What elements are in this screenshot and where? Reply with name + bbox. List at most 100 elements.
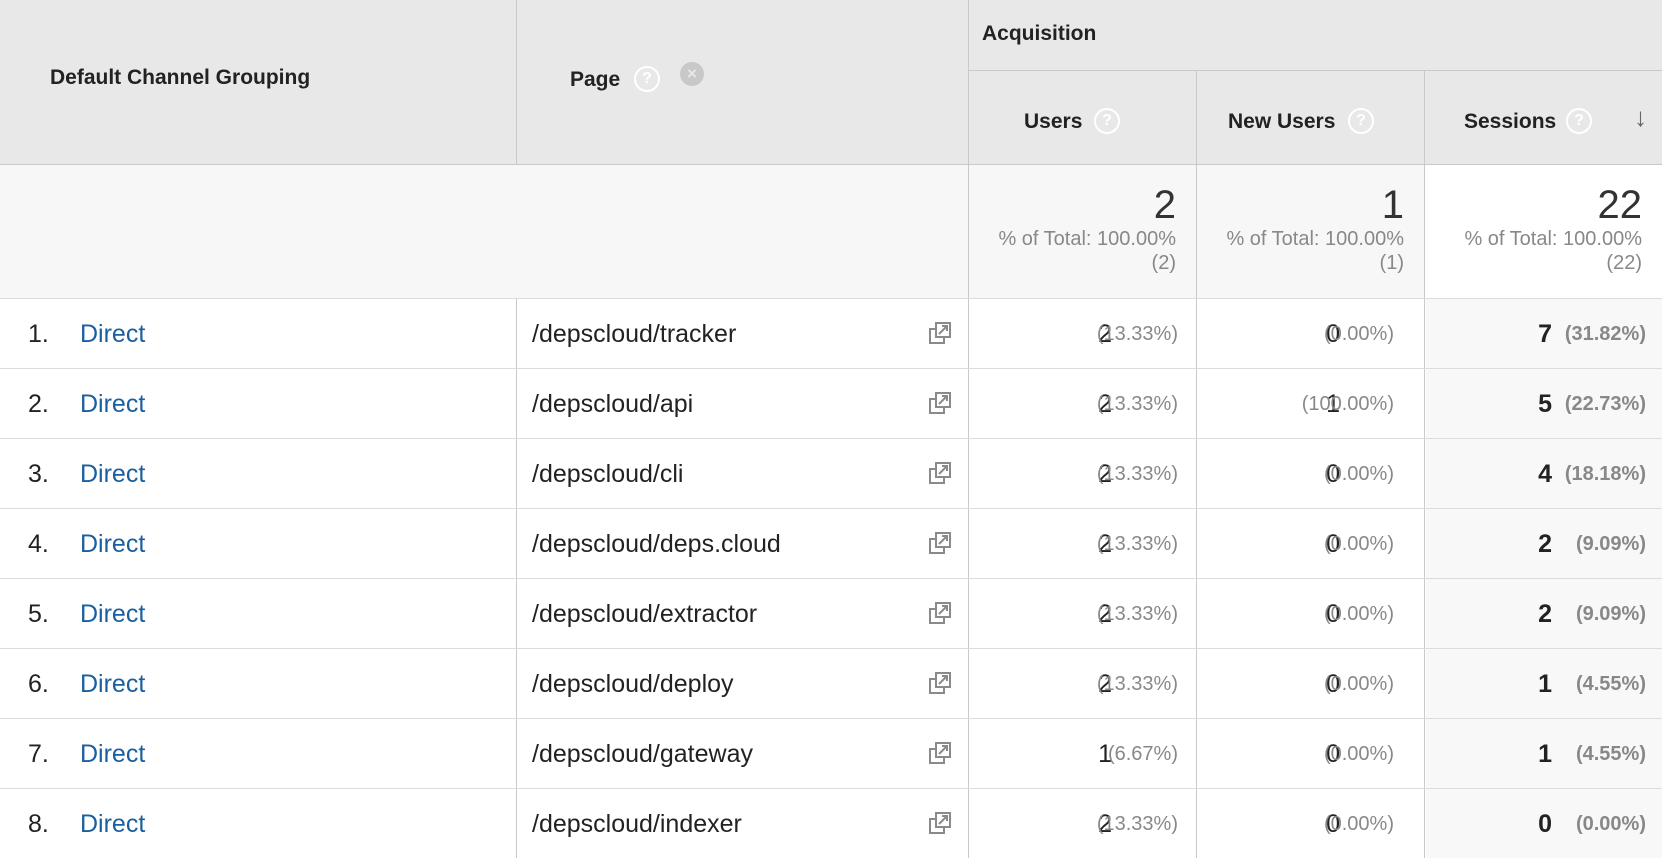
column-divider — [1424, 719, 1425, 788]
channel-link[interactable]: Direct — [80, 439, 145, 509]
open-page-external-icon[interactable] — [928, 741, 952, 765]
total-users-pct: % of Total: 100.00% — [998, 228, 1176, 250]
sessions-pct: (0.00%) — [1575, 813, 1646, 835]
new-users-pct: (100.00%) — [1301, 393, 1394, 415]
table-row: 6. Direct /depscloud/deploy 2 (13.33%) 0… — [0, 649, 1662, 719]
sessions-value: 2 — [1538, 600, 1552, 628]
sessions-pct: (9.09%) — [1575, 603, 1646, 625]
sessions-pct: (4.55%) — [1575, 673, 1646, 695]
column-divider — [1196, 649, 1197, 718]
column-divider — [1424, 369, 1425, 438]
column-header-sessions[interactable]: Sessions — [1464, 110, 1556, 134]
row-number: 4. — [28, 530, 49, 558]
column-divider — [968, 509, 969, 578]
remove-dimension-icon[interactable]: × — [680, 62, 704, 86]
column-divider — [516, 719, 517, 788]
column-divider — [516, 369, 517, 438]
column-divider — [516, 509, 517, 578]
column-divider — [968, 789, 969, 858]
channel-link[interactable]: Direct — [80, 299, 145, 369]
total-new-users: 1 % of Total: 100.00% (1) — [1197, 165, 1424, 298]
users-pct: (13.33%) — [1096, 673, 1178, 695]
page-path: /depscloud/indexer — [532, 810, 742, 838]
sessions-value: 2 — [1538, 530, 1552, 558]
users-pct: (13.33%) — [1096, 603, 1178, 625]
column-divider — [516, 789, 517, 858]
new-users-pct: (0.00%) — [1323, 533, 1394, 555]
page-path: /depscloud/extractor — [532, 600, 758, 628]
channel-link[interactable]: Direct — [80, 649, 145, 719]
dimension-header-page[interactable]: Page — [570, 68, 620, 92]
users-pct: (13.33%) — [1096, 533, 1178, 555]
table-row: 2. Direct /depscloud/api 2 (13.33%) 1 (1… — [0, 369, 1662, 439]
sessions-value: 5 — [1538, 390, 1552, 418]
table-row: 3. Direct /depscloud/cli 2 (13.33%) 0 (0… — [0, 439, 1662, 509]
page-path: /depscloud/tracker — [532, 320, 737, 348]
new-users-pct: (0.00%) — [1323, 673, 1394, 695]
open-page-external-icon[interactable] — [928, 601, 952, 625]
users-pct: (13.33%) — [1096, 813, 1178, 835]
channel-link[interactable]: Direct — [80, 369, 145, 439]
sessions-value: 4 — [1538, 460, 1552, 488]
row-number: 1. — [28, 320, 49, 348]
column-divider — [1424, 649, 1425, 718]
column-divider — [1424, 509, 1425, 578]
column-divider — [1196, 719, 1197, 788]
sessions-pct: (9.09%) — [1575, 533, 1646, 555]
sessions-pct: (18.18%) — [1564, 463, 1646, 485]
open-page-external-icon[interactable] — [928, 391, 952, 415]
column-divider — [968, 579, 969, 648]
table-header: Default Channel Grouping Page ? × Acquis… — [0, 0, 1662, 165]
acquisition-group-header: Acquisition — [982, 22, 1097, 45]
help-icon[interactable]: ? — [1348, 108, 1374, 134]
header-divider — [516, 0, 517, 165]
column-divider — [968, 299, 969, 368]
sort-descending-icon[interactable]: ↓ — [1634, 102, 1647, 133]
new-users-pct: (0.00%) — [1323, 743, 1394, 765]
total-new-users-value: 1 — [1381, 183, 1404, 227]
row-number: 3. — [28, 460, 49, 488]
help-icon[interactable]: ? — [634, 66, 660, 92]
row-number: 7. — [28, 740, 49, 768]
header-divider — [1196, 71, 1197, 165]
total-sessions-pct: % of Total: 100.00% — [1464, 228, 1642, 250]
total-new-users-abs: (1) — [1379, 252, 1404, 274]
open-page-external-icon[interactable] — [928, 461, 952, 485]
table-row: 7. Direct /depscloud/gateway 1 (6.67%) 0… — [0, 719, 1662, 789]
column-divider — [516, 649, 517, 718]
dimension-header-channel-grouping[interactable]: Default Channel Grouping — [50, 66, 310, 90]
users-pct: (6.67%) — [1107, 743, 1178, 765]
sessions-value: 1 — [1538, 670, 1552, 698]
totals-row: 2 % of Total: 100.00% (2) 1 % of Total: … — [0, 165, 1662, 299]
page-path: /depscloud/deps.cloud — [532, 530, 781, 558]
total-users-value: 2 — [1153, 183, 1176, 227]
sessions-value: 1 — [1538, 740, 1552, 768]
channel-link[interactable]: Direct — [80, 719, 145, 789]
open-page-external-icon[interactable] — [928, 321, 952, 345]
users-pct: (13.33%) — [1096, 323, 1178, 345]
help-icon[interactable]: ? — [1566, 108, 1592, 134]
column-header-new-users[interactable]: New Users — [1228, 110, 1335, 134]
help-icon[interactable]: ? — [1094, 108, 1120, 134]
table-row: 5. Direct /depscloud/extractor 2 (13.33%… — [0, 579, 1662, 649]
channel-link[interactable]: Direct — [80, 789, 145, 858]
users-pct: (13.33%) — [1096, 393, 1178, 415]
column-header-users[interactable]: Users — [1024, 110, 1082, 134]
open-page-external-icon[interactable] — [928, 671, 952, 695]
page-path: /depscloud/deploy — [532, 670, 734, 698]
sessions-value: 7 — [1538, 320, 1552, 348]
open-page-external-icon[interactable] — [928, 531, 952, 555]
column-divider — [1196, 789, 1197, 858]
row-number: 2. — [28, 390, 49, 418]
page-path: /depscloud/api — [532, 390, 694, 418]
table-row: 4. Direct /depscloud/deps.cloud 2 (13.33… — [0, 509, 1662, 579]
sessions-value: 0 — [1538, 810, 1552, 838]
column-divider — [1424, 299, 1425, 368]
column-divider — [1424, 789, 1425, 858]
channel-link[interactable]: Direct — [80, 579, 145, 649]
channel-link[interactable]: Direct — [80, 509, 145, 579]
sessions-pct: (4.55%) — [1575, 743, 1646, 765]
column-divider — [516, 439, 517, 508]
open-page-external-icon[interactable] — [928, 811, 952, 835]
total-new-users-pct: % of Total: 100.00% — [1226, 228, 1404, 250]
